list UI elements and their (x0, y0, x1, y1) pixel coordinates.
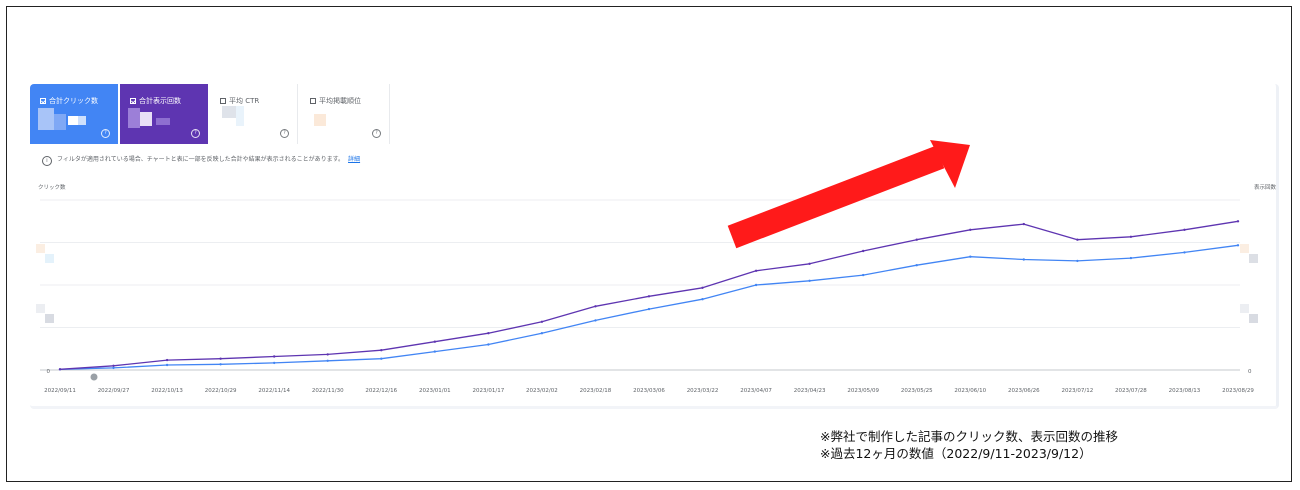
x-tick-label: 2023/06/10 (954, 388, 986, 394)
x-tick-label: 2022/11/30 (312, 388, 344, 394)
x-tick-label: 2023/03/06 (633, 388, 665, 394)
data-point (1236, 244, 1240, 247)
trend-arrow-shaft (727, 145, 945, 249)
x-tick-label: 2023/08/13 (1169, 388, 1201, 394)
data-point (594, 319, 597, 322)
data-point (1022, 222, 1025, 226)
data-point (112, 366, 115, 370)
data-point (112, 364, 115, 367)
data-point (647, 295, 651, 298)
data-point (808, 262, 811, 265)
x-tick-label: 2023/05/09 (847, 388, 879, 394)
x-tick-label: 2023/02/02 (526, 388, 558, 394)
chart-grid (40, 199, 1240, 371)
x-tick-label: 2022/10/29 (205, 388, 237, 394)
data-point (380, 357, 383, 360)
data-point (433, 350, 436, 353)
data-point (647, 307, 651, 311)
data-point (594, 305, 597, 308)
data-point (326, 353, 329, 356)
data-point (754, 283, 758, 287)
performance-chart: 2022/09/11 2022/09/27 2022/10/13 2022/10/29… (40, 140, 1254, 394)
data-point (273, 361, 276, 365)
x-tick-label: 2023/07/12 (1062, 388, 1094, 394)
data-point (969, 228, 972, 231)
data-point (58, 368, 62, 371)
x-tick-label: 2023/05/25 (901, 388, 933, 394)
series-line-clicks (59, 244, 1239, 370)
data-point (1022, 258, 1025, 261)
x-tick-label: 2023/04/07 (740, 388, 772, 394)
data-point (915, 238, 918, 241)
data-point (1076, 238, 1079, 241)
data-point (1183, 251, 1186, 254)
data-point (219, 357, 222, 360)
x-tick-label: 2022/12/16 (365, 388, 397, 394)
data-point (862, 273, 865, 277)
x-axis-ticks: 2022/09/11 2022/09/27 2022/10/13 2022/10/29… (44, 388, 1254, 394)
data-point (862, 249, 865, 253)
data-point (326, 359, 329, 362)
data-point (487, 332, 490, 335)
data-point (754, 269, 758, 272)
data-point (1129, 235, 1133, 238)
data-point (808, 279, 811, 282)
data-point (540, 320, 544, 323)
x-tick-label: 2023/02/18 (580, 388, 612, 394)
left-zero-label: 0 (47, 369, 51, 375)
caption-line-1: ※弊社で制作した記事のクリック数、表示回数の推移 (820, 429, 1118, 444)
x-tick-label: 2023/01/01 (419, 388, 451, 394)
x-tick-label: 2022/09/27 (98, 388, 130, 394)
right-zero-label: 0 (1248, 369, 1252, 375)
data-point (540, 332, 544, 335)
x-tick-label: 2023/08/29 (1222, 388, 1254, 394)
caption: ※弊社で制作した記事のクリック数、表示回数の推移 ※過去12ヶ月の数値（2022… (820, 428, 1118, 462)
data-point (219, 363, 222, 366)
data-point (487, 343, 490, 346)
data-point (701, 298, 704, 301)
data-point (1183, 228, 1186, 231)
data-point (969, 255, 972, 258)
data-point (701, 286, 704, 289)
x-tick-label: 2023/01/17 (473, 388, 505, 394)
annotation-marker[interactable] (90, 373, 98, 381)
data-point (433, 340, 436, 343)
data-point (1076, 259, 1079, 263)
data-point (273, 355, 276, 358)
x-tick-label: 2023/07/28 (1115, 388, 1147, 394)
data-point (1129, 256, 1133, 260)
x-tick-label: 2023/06/26 (1008, 388, 1040, 394)
data-point (380, 349, 383, 352)
data-point (915, 264, 918, 267)
x-tick-label: 2022/10/13 (151, 388, 183, 394)
data-point (165, 363, 169, 367)
x-tick-label: 2022/09/11 (44, 388, 76, 394)
trend-arrow (727, 140, 970, 249)
caption-line-2: ※過去12ヶ月の数値（2022/9/11-2023/9/12） (820, 446, 1092, 461)
data-point (165, 358, 169, 362)
x-tick-label: 2023/04/23 (794, 388, 826, 394)
x-tick-label: 2022/11/14 (258, 388, 290, 394)
data-point (1236, 220, 1240, 223)
x-tick-label: 2023/03/22 (687, 388, 719, 394)
